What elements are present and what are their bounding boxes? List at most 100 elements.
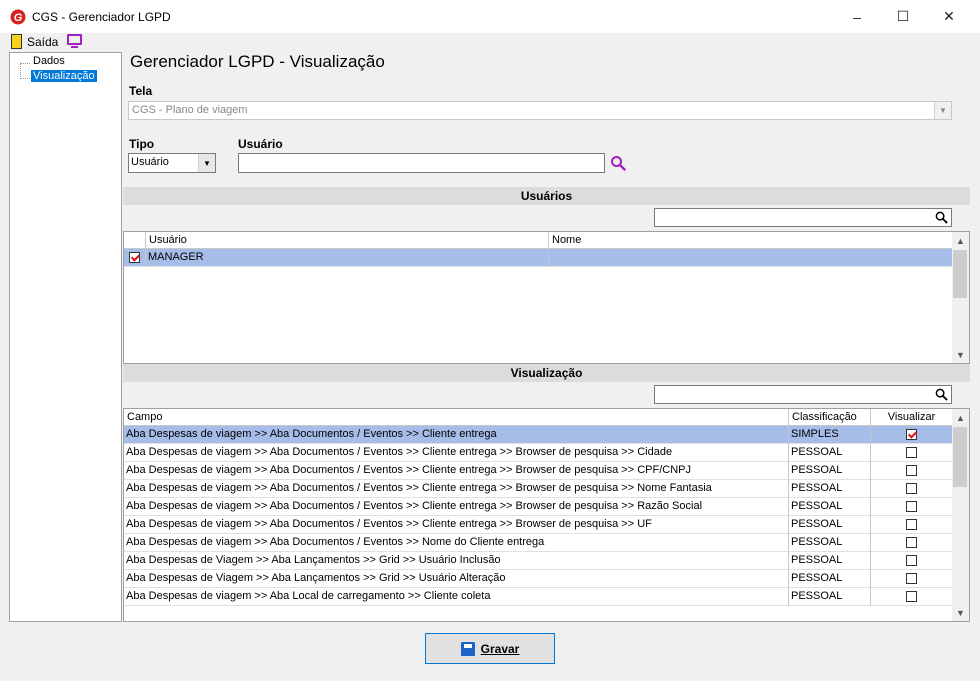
tela-select[interactable]: CGS - Plano de viagem ▼ xyxy=(128,101,952,120)
table-row[interactable]: Aba Despesas de viagem >> Aba Documentos… xyxy=(124,534,953,552)
table-row[interactable]: Aba Despesas de viagem >> Aba Documentos… xyxy=(124,462,953,480)
scroll-thumb[interactable] xyxy=(953,427,967,487)
window-title: CGS - Gerenciador LGPD xyxy=(32,10,171,24)
usuario-input[interactable] xyxy=(238,153,605,173)
row-classificacao: PESSOAL xyxy=(789,444,871,462)
save-button[interactable]: Gravar xyxy=(425,633,555,664)
grid-header-usuario[interactable]: Usuário xyxy=(146,232,549,249)
row-campo: Aba Despesas de viagem >> Aba Documentos… xyxy=(124,516,789,534)
table-row[interactable]: Aba Despesas de viagem >> Aba Documentos… xyxy=(124,426,953,444)
checkbox-icon[interactable] xyxy=(906,501,917,512)
row-check-cell[interactable] xyxy=(124,249,146,267)
table-row[interactable]: Aba Despesas de Viagem >> Aba Lançamento… xyxy=(124,552,953,570)
menu-bar xyxy=(0,33,980,52)
row-visualizar[interactable] xyxy=(871,516,953,534)
checkbox-icon[interactable] xyxy=(906,483,917,494)
row-visualizar[interactable] xyxy=(871,552,953,570)
checkbox-icon[interactable] xyxy=(906,447,917,458)
usuario-label: Usuário xyxy=(238,137,283,151)
row-campo: Aba Despesas de viagem >> Aba Documentos… xyxy=(124,444,789,462)
row-visualizar[interactable] xyxy=(871,570,953,588)
row-visualizar[interactable] xyxy=(871,480,953,498)
checkbox-icon[interactable] xyxy=(906,555,917,566)
row-visualizar[interactable] xyxy=(871,588,953,606)
row-visualizar[interactable] xyxy=(871,498,953,516)
row-classificacao: PESSOAL xyxy=(789,534,871,552)
chevron-down-icon[interactable]: ▼ xyxy=(934,102,951,119)
checkbox-icon[interactable] xyxy=(906,429,917,440)
tree-connector xyxy=(20,63,22,79)
tipo-select[interactable]: Usuário ▼ xyxy=(128,153,216,173)
scroll-up-icon[interactable]: ▲ xyxy=(952,409,969,426)
tipo-label: Tipo xyxy=(129,137,155,151)
row-visualizar[interactable] xyxy=(871,444,953,462)
grid-header-visualizar[interactable]: Visualizar xyxy=(871,409,953,426)
table-row[interactable]: Aba Despesas de Viagem >> Aba Lançamento… xyxy=(124,570,953,588)
row-campo: Aba Despesas de viagem >> Aba Documentos… xyxy=(124,480,789,498)
tree-connector xyxy=(20,78,30,80)
navigation-tree xyxy=(9,52,122,622)
checkbox-icon[interactable] xyxy=(906,573,917,584)
row-campo: Aba Despesas de viagem >> Aba Local de c… xyxy=(124,588,789,606)
tela-select-value: CGS - Plano de viagem xyxy=(132,104,248,116)
floppy-disk-icon xyxy=(460,641,475,656)
monitor-icon[interactable] xyxy=(67,34,82,45)
exit-door-icon[interactable] xyxy=(11,34,22,49)
search-icon[interactable] xyxy=(935,388,948,401)
row-classificacao: PESSOAL xyxy=(789,498,871,516)
row-nome xyxy=(549,249,953,267)
scroll-down-icon[interactable]: ▼ xyxy=(952,604,969,621)
row-campo: Aba Despesas de Viagem >> Aba Lançamento… xyxy=(124,570,789,588)
checkbox-icon[interactable] xyxy=(906,591,917,602)
table-row[interactable]: Aba Despesas de viagem >> Aba Documentos… xyxy=(124,480,953,498)
usuarios-search-input[interactable] xyxy=(654,208,952,227)
tree-item-dados[interactable]: Dados xyxy=(31,55,67,67)
row-visualizar[interactable] xyxy=(871,426,953,444)
row-visualizar[interactable] xyxy=(871,462,953,480)
tipo-select-value: Usuário xyxy=(131,156,169,168)
visualizacao-grid: Campo Classificação Visualizar Aba Despe… xyxy=(123,408,970,622)
row-classificacao: PESSOAL xyxy=(789,462,871,480)
close-button[interactable]: ✕ xyxy=(926,0,972,33)
row-campo: Aba Despesas de viagem >> Aba Documentos… xyxy=(124,426,789,444)
svg-text:G: G xyxy=(14,12,23,24)
grid-header-classificacao[interactable]: Classificação xyxy=(789,409,871,426)
scroll-down-icon[interactable]: ▼ xyxy=(952,346,969,363)
visualizacao-scrollbar[interactable]: ▲ ▼ xyxy=(952,409,969,621)
table-row[interactable]: Aba Despesas de viagem >> Aba Local de c… xyxy=(124,588,953,606)
table-row[interactable]: Aba Despesas de viagem >> Aba Documentos… xyxy=(124,498,953,516)
usuarios-grid: Usuário Nome MANAGER ▲ ▼ xyxy=(123,231,970,364)
grid-header-campo[interactable]: Campo xyxy=(124,409,789,426)
row-classificacao: PESSOAL xyxy=(789,516,871,534)
row-visualizar[interactable] xyxy=(871,534,953,552)
chevron-down-icon[interactable]: ▼ xyxy=(198,154,215,172)
row-classificacao: SIMPLES xyxy=(789,426,871,444)
usuarios-scrollbar[interactable]: ▲ ▼ xyxy=(952,232,969,363)
visualizacao-search-input[interactable] xyxy=(654,385,952,404)
row-campo: Aba Despesas de Viagem >> Aba Lançamento… xyxy=(124,552,789,570)
menu-exit[interactable]: Saída xyxy=(27,35,58,49)
checkbox-icon[interactable] xyxy=(129,252,140,263)
tree-item-visualizacao[interactable]: Visualização xyxy=(31,70,97,82)
checkbox-icon[interactable] xyxy=(906,537,917,548)
tela-label: Tela xyxy=(129,84,153,98)
search-icon[interactable] xyxy=(935,211,948,224)
grid-header-nome[interactable]: Nome xyxy=(549,232,954,249)
magnifier-icon[interactable] xyxy=(610,155,626,171)
minimize-button[interactable]: – xyxy=(834,0,880,33)
scroll-up-icon[interactable]: ▲ xyxy=(952,232,969,249)
checkbox-icon[interactable] xyxy=(906,519,917,530)
page-title: Gerenciador LGPD - Visualização xyxy=(130,52,385,71)
row-campo: Aba Despesas de viagem >> Aba Documentos… xyxy=(124,498,789,516)
row-campo: Aba Despesas de viagem >> Aba Documentos… xyxy=(124,462,789,480)
checkbox-icon[interactable] xyxy=(906,465,917,476)
row-classificacao: PESSOAL xyxy=(789,552,871,570)
table-row[interactable]: MANAGER xyxy=(124,249,953,267)
scroll-thumb[interactable] xyxy=(953,250,967,298)
monitor-stand xyxy=(71,46,78,48)
maximize-button[interactable]: ☐ xyxy=(880,0,926,33)
table-row[interactable]: Aba Despesas de viagem >> Aba Documentos… xyxy=(124,444,953,462)
table-row[interactable]: Aba Despesas de viagem >> Aba Documentos… xyxy=(124,516,953,534)
row-classificacao: PESSOAL xyxy=(789,588,871,606)
row-classificacao: PESSOAL xyxy=(789,480,871,498)
